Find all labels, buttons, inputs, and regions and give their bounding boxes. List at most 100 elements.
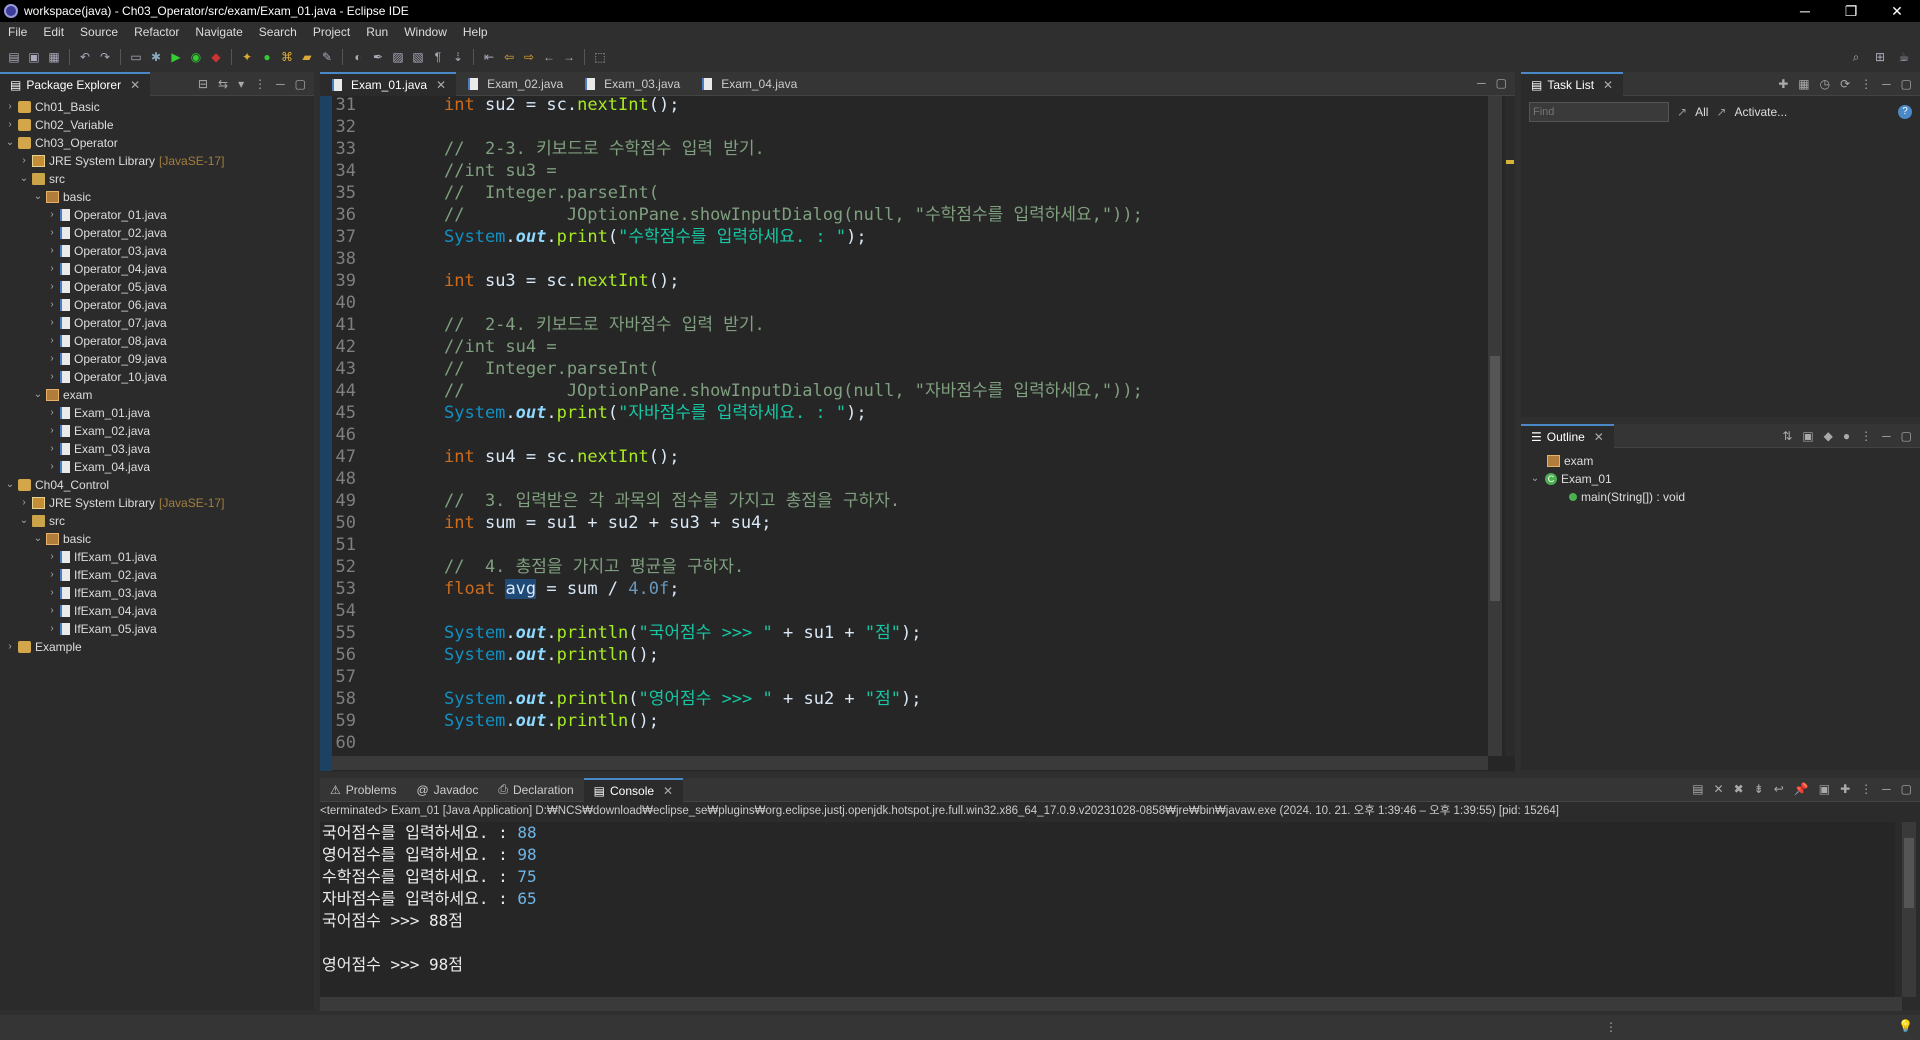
close-icon[interactable]: ✕ — [663, 784, 673, 798]
tree-item[interactable]: › Exam_01.java — [0, 404, 314, 422]
minimize-view-icon[interactable]: ─ — [1882, 429, 1891, 443]
tree-item[interactable]: › Operator_08.java — [0, 332, 314, 350]
console-output[interactable]: 국어점수를 입력하세요. : 88 영어점수를 입력하세요. : 98 수학점수를 … — [320, 822, 1895, 997]
menu-file[interactable]: File — [0, 25, 35, 39]
code-line[interactable]: 31 int su2 = sc.nextInt(); — [332, 96, 680, 116]
outline-item-package[interactable]: exam — [1521, 452, 1920, 470]
tree-item[interactable]: › Ch01_Basic — [0, 98, 314, 116]
tree-item[interactable]: › IfExam_04.java — [0, 602, 314, 620]
tree-item[interactable]: ⌄ Ch03_Operator — [0, 134, 314, 152]
code-editor[interactable]: 31 int su2 = sc.nextInt(); 32 33 // 2-3. 키보드… — [320, 96, 1515, 771]
scrollbar-thumb[interactable] — [1490, 356, 1500, 601]
close-icon[interactable]: ✕ — [1594, 430, 1604, 444]
new-task-icon[interactable]: ✚ — [1778, 77, 1788, 91]
view-menu-icon[interactable]: ⋮ — [1860, 77, 1872, 91]
outline-item-method[interactable]: main(String[]) : void — [1521, 488, 1920, 506]
code-line[interactable]: 43 // Integer.parseInt( — [332, 358, 659, 380]
tree-item[interactable]: › Operator_07.java — [0, 314, 314, 332]
chevron-right-icon[interactable]: › — [46, 314, 58, 332]
chevron-right-icon[interactable]: › — [46, 584, 58, 602]
code-line[interactable]: 52 // 4. 총점을 가지고 평균을 구하자. — [332, 556, 745, 578]
clear-console-icon[interactable]: ▤ — [1692, 782, 1703, 796]
search-icon[interactable]: ⌕ — [1848, 49, 1864, 65]
search-toolbar-icon[interactable]: ✎ — [319, 49, 335, 65]
sync-icon[interactable]: ⟳ — [1840, 77, 1850, 91]
tree-item[interactable]: › JRE System Library [JavaSE-17] — [0, 494, 314, 512]
activate-link[interactable]: Activate... — [1734, 105, 1787, 119]
code-line[interactable]: 38 — [332, 248, 444, 270]
tree-item[interactable]: › Operator_06.java — [0, 296, 314, 314]
scroll-lock-icon[interactable]: ⇟ — [1754, 782, 1764, 796]
tree-item[interactable]: ⌄ src — [0, 512, 314, 530]
tree-item[interactable]: › Operator_03.java — [0, 242, 314, 260]
code-line[interactable]: 50 int sum = su1 + su2 + su3 + su4; — [332, 512, 772, 534]
chevron-right-icon[interactable]: › — [46, 458, 58, 476]
minimize-view-icon[interactable]: ─ — [1477, 76, 1486, 90]
collapse-all-icon[interactable]: ⊟ — [198, 77, 208, 91]
tree-item[interactable]: › Operator_10.java — [0, 368, 314, 386]
maximize-button[interactable]: ❐ — [1828, 3, 1874, 20]
chevron-down-icon[interactable]: ⌄ — [4, 476, 16, 494]
next-edit-icon[interactable]: ⇨ — [521, 49, 537, 65]
maximize-view-icon[interactable]: ▢ — [1901, 782, 1912, 796]
code-line[interactable]: 41 // 2-4. 키보드로 자바점수 입력 받기. — [332, 314, 765, 336]
chevron-down-icon[interactable]: ⌄ — [32, 188, 44, 206]
code-line[interactable]: 47 int su4 = sc.nextInt(); — [332, 446, 680, 468]
tree-item[interactable]: › Operator_05.java — [0, 278, 314, 296]
tree-item[interactable]: ⌄ Ch04_Control — [0, 476, 314, 494]
open-folder-icon[interactable]: ▰ — [299, 49, 315, 65]
remove-launch-icon[interactable]: ✖ — [1734, 782, 1744, 796]
chevron-down-icon[interactable]: ⌄ — [18, 512, 30, 530]
tree-item[interactable]: › Ch02_Variable — [0, 116, 314, 134]
chevron-down-icon[interactable]: ⌄ — [4, 134, 16, 152]
chevron-right-icon[interactable]: › — [46, 368, 58, 386]
menu-edit[interactable]: Edit — [35, 25, 72, 39]
java-perspective-icon[interactable]: ☕ — [1896, 49, 1912, 65]
run-icon[interactable]: ▶ — [168, 49, 184, 65]
menu-window[interactable]: Window — [396, 25, 455, 39]
chevron-right-icon[interactable]: › — [46, 332, 58, 350]
tree-item[interactable]: ⌄ basic — [0, 188, 314, 206]
close-icon[interactable]: ✕ — [1603, 78, 1613, 92]
code-line[interactable]: 53 float avg = sum / 4.0f; — [332, 578, 679, 600]
open-type-icon[interactable]: ⌘ — [279, 49, 295, 65]
tip-icon[interactable]: 💡 — [1898, 1019, 1913, 1033]
chevron-right-icon[interactable]: › — [46, 440, 58, 458]
code-line[interactable]: 39 int su3 = sc.nextInt(); — [332, 270, 680, 292]
tree-item[interactable]: › Operator_01.java — [0, 206, 314, 224]
chevron-down-icon[interactable]: ⌄ — [1529, 470, 1541, 488]
terminal-icon[interactable]: ▭ — [128, 49, 144, 65]
block-select-icon[interactable]: ▧ — [410, 49, 426, 65]
tab-editor-file[interactable]: Exam_02.java — [456, 72, 573, 96]
tree-item[interactable]: › Exam_02.java — [0, 422, 314, 440]
warning-marker[interactable] — [1506, 160, 1514, 164]
chevron-right-icon[interactable]: › — [46, 620, 58, 638]
chevron-right-icon[interactable]: › — [46, 566, 58, 584]
terminate-icon[interactable]: ✕ — [1714, 782, 1724, 796]
code-line[interactable]: 35 // Integer.parseInt( — [332, 182, 659, 204]
pilcrow-icon[interactable]: ¶ — [430, 49, 446, 65]
pen-icon[interactable]: ✒ — [370, 49, 386, 65]
menu-search[interactable]: Search — [251, 25, 305, 39]
editor-horizontal-scrollbar[interactable] — [332, 756, 1488, 770]
chevron-right-icon[interactable]: › — [46, 206, 58, 224]
menu-source[interactable]: Source — [72, 25, 126, 39]
pin-console-icon[interactable]: 📌 — [1794, 782, 1809, 796]
tree-item[interactable]: ⌄ src — [0, 170, 314, 188]
tree-item[interactable]: ⌄ exam — [0, 386, 314, 404]
chevron-right-icon[interactable]: › — [4, 638, 16, 656]
display-console-icon[interactable]: ▣ — [1819, 782, 1830, 796]
tree-item[interactable]: › IfExam_03.java — [0, 584, 314, 602]
undo-icon[interactable]: ↶ — [77, 49, 93, 65]
tree-item[interactable]: › IfExam_01.java — [0, 548, 314, 566]
tree-item[interactable]: › Exam_04.java — [0, 458, 314, 476]
tree-item[interactable]: › Operator_09.java — [0, 350, 314, 368]
menu-project[interactable]: Project — [305, 25, 358, 39]
categorize-icon[interactable]: ▦ — [1798, 77, 1809, 91]
save-all-icon[interactable]: ▦ — [46, 49, 62, 65]
code-line[interactable]: 55 System.out.println("국어점수 >>> " + su1 +… — [332, 622, 922, 644]
last-edit-icon[interactable]: ⇦ — [501, 49, 517, 65]
scrollbar-thumb[interactable] — [1904, 838, 1914, 908]
tree-item[interactable]: › Example — [0, 638, 314, 656]
tab-declaration[interactable]: ⎙ Declaration — [488, 778, 583, 802]
